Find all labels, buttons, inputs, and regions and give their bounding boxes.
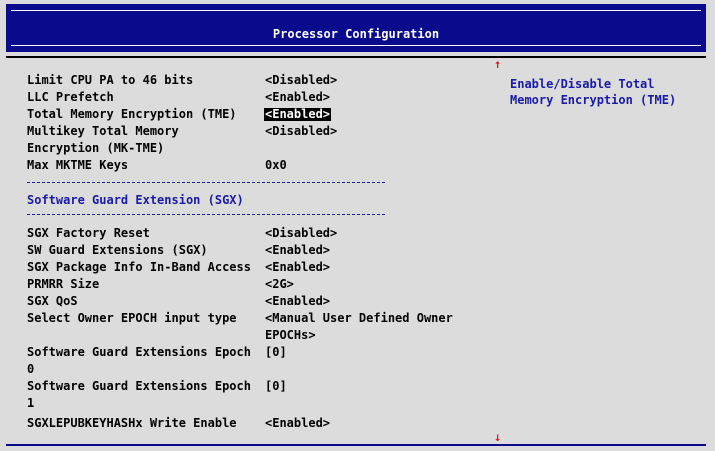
setting-label-mktme-cont: Encryption (MK-TME): [27, 141, 165, 155]
setting-label-epoch-1-cont: 1: [27, 396, 35, 410]
setting-value-limit-cpu-pa[interactable]: <Disabled>: [265, 74, 337, 87]
setting-value-prmrr-size[interactable]: <2G>: [265, 278, 294, 291]
scroll-up-icon[interactable]: ↑: [494, 57, 501, 71]
setting-label-sgx-pkg-info: SGX Package Info In-Band Access: [27, 260, 251, 274]
setting-value-sgx-pkg-info[interactable]: <Enabled>: [265, 261, 330, 274]
setting-value-mktme[interactable]: <Disabled>: [265, 125, 337, 138]
setting-label-owner-epoch: Select Owner EPOCH input type: [27, 311, 237, 325]
setting-value-epoch-1[interactable]: [0]: [265, 380, 287, 393]
setting-value-tme-selected[interactable]: <Enabled>: [264, 108, 332, 121]
setting-label-limit-cpu-pa: Limit CPU PA to 46 bits: [27, 73, 194, 87]
setting-label-epoch-1: Software Guard Extensions Epoch: [27, 379, 251, 393]
section-title-sgx: Software Guard Extension (SGX): [27, 193, 244, 207]
setting-label-epoch-0: Software Guard Extensions Epoch: [27, 345, 251, 359]
title-bar: Processor Configuration: [6, 4, 706, 52]
help-text: Enable/Disable Total Memory Encryption (…: [510, 77, 677, 107]
divider-top: [27, 182, 385, 183]
setting-label-sw-guard: SW Guard Extensions (SGX): [27, 243, 208, 257]
setting-value-max-mktme-keys: 0x0: [265, 158, 287, 172]
setting-value-owner-epoch-cont[interactable]: EPOCHs>: [265, 329, 316, 342]
setting-label-llc-prefetch: LLC Prefetch: [27, 90, 114, 104]
setting-value-epoch-0[interactable]: [0]: [265, 346, 287, 359]
setting-label-sgx-qos: SGX QoS: [27, 294, 78, 308]
setting-label-epoch-0-cont: 0: [27, 362, 35, 376]
setting-label-mktme: Multikey Total Memory: [27, 124, 179, 138]
setting-label-max-mktme-keys: Max MKTME Keys: [27, 158, 129, 172]
setting-value-sgxlepubkeyhash[interactable]: <Enabled>: [265, 417, 330, 430]
setting-value-owner-epoch[interactable]: <Manual User Defined Owner: [265, 312, 453, 325]
setting-value-llc-prefetch[interactable]: <Enabled>: [265, 91, 330, 104]
page-title: Processor Configuration: [272, 27, 440, 41]
bios-screen: Processor Configuration ↑ Limit CPU PA t…: [0, 0, 715, 451]
setting-value-sgx-qos[interactable]: <Enabled>: [265, 295, 330, 308]
setting-value-sgx-factory-reset[interactable]: <Disabled>: [265, 227, 337, 240]
scroll-down-icon[interactable]: ↓: [494, 430, 501, 444]
setting-label-tme: Total Memory Encryption (TME): [27, 107, 237, 121]
divider-bottom: [27, 214, 385, 215]
setting-label-sgx-factory-reset: SGX Factory Reset: [27, 226, 150, 240]
setting-label-sgxlepubkeyhash: SGXLEPUBKEYHASHx Write Enable: [27, 416, 237, 430]
setting-value-sw-guard[interactable]: <Enabled>: [265, 244, 330, 257]
setting-label-prmrr-size: PRMRR Size: [27, 277, 100, 291]
